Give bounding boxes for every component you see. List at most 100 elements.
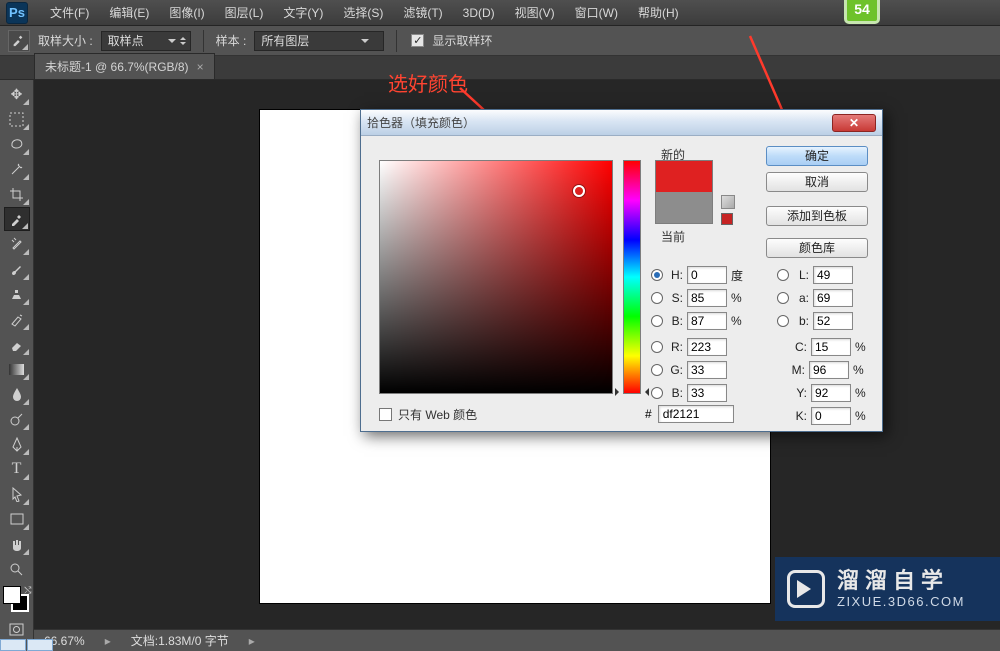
M-label: M: xyxy=(789,363,805,377)
watermark-title: 溜溜自学 xyxy=(837,568,965,594)
menu-image[interactable]: 图像(I) xyxy=(159,4,214,21)
a-label: a: xyxy=(793,291,809,305)
K-input[interactable] xyxy=(811,407,851,425)
L-radio[interactable] xyxy=(777,269,789,281)
move-tool[interactable]: ✥ xyxy=(4,82,30,106)
M-input[interactable] xyxy=(809,361,849,379)
menu-view[interactable]: 视图(V) xyxy=(505,4,565,21)
pen-tool[interactable] xyxy=(4,432,30,456)
b-radio[interactable] xyxy=(777,315,789,327)
saturation-input[interactable] xyxy=(687,289,727,307)
blue-radio[interactable] xyxy=(651,387,663,399)
current-tool-icon[interactable] xyxy=(8,30,30,52)
blur-tool[interactable] xyxy=(4,382,30,406)
app-logo: Ps xyxy=(6,2,28,24)
brush-tool[interactable] xyxy=(4,257,30,281)
eyedropper-tool[interactable] xyxy=(4,207,30,231)
hex-label: # xyxy=(645,407,652,421)
magic-wand-tool[interactable] xyxy=(4,157,30,181)
healing-brush-tool[interactable] xyxy=(4,232,30,256)
nearest-websafe-swatch[interactable] xyxy=(721,213,733,225)
saturation-radio[interactable] xyxy=(651,292,663,304)
zoom-tool[interactable] xyxy=(4,557,30,581)
hand-tool[interactable] xyxy=(4,532,30,556)
hue-radio[interactable] xyxy=(651,269,663,281)
type-tool[interactable]: T xyxy=(4,457,30,481)
L-input[interactable] xyxy=(813,266,853,284)
sample-size-value: 取样点 xyxy=(108,32,144,49)
red-input[interactable] xyxy=(687,338,727,356)
preview-new-color xyxy=(656,161,712,192)
Y-unit: % xyxy=(855,386,869,400)
dialog-titlebar[interactable]: 拾色器（填充颜色） ✕ xyxy=(361,110,882,136)
crop-tool[interactable] xyxy=(4,182,30,206)
foreground-swatch[interactable] xyxy=(3,586,21,604)
brightness-input[interactable] xyxy=(687,312,727,330)
path-selection-tool[interactable] xyxy=(4,482,30,506)
web-only-checkbox[interactable] xyxy=(379,408,392,421)
taskbar-tabs xyxy=(0,639,54,651)
doc-info-menu-icon[interactable]: ▸ xyxy=(249,634,255,648)
hue-input[interactable] xyxy=(687,266,727,284)
show-ring-checkbox[interactable]: ✓ xyxy=(411,34,424,47)
menu-file[interactable]: 文件(F) xyxy=(40,4,99,21)
saturation-value-field[interactable] xyxy=(379,160,613,394)
Y-row: Y: % xyxy=(791,384,869,402)
saturation-label: S: xyxy=(667,291,683,305)
red-radio[interactable] xyxy=(651,341,663,353)
red-row: R: xyxy=(651,338,745,356)
quick-mask-toggle[interactable] xyxy=(4,617,30,641)
ok-button[interactable]: 确定 xyxy=(766,146,868,166)
hue-pointer[interactable] xyxy=(619,388,645,396)
clone-stamp-tool[interactable] xyxy=(4,282,30,306)
Y-input[interactable] xyxy=(811,384,851,402)
zoom-menu-icon[interactable]: ▸ xyxy=(105,634,111,648)
brightness-radio[interactable] xyxy=(651,315,663,327)
sv-cursor xyxy=(573,185,585,197)
menu-3d[interactable]: 3D(D) xyxy=(453,6,505,20)
doc-info[interactable]: 文档:1.83M/0 字节 xyxy=(131,632,229,649)
eraser-tool[interactable] xyxy=(4,332,30,356)
hue-slider[interactable] xyxy=(623,160,641,394)
divider xyxy=(396,30,397,52)
red-label: R: xyxy=(667,340,683,354)
add-swatch-button[interactable]: 添加到色板 xyxy=(766,206,868,226)
green-label: G: xyxy=(667,363,683,377)
notification-badge[interactable]: 54 xyxy=(844,0,880,24)
menu-layer[interactable]: 图层(L) xyxy=(215,4,274,21)
gradient-tool[interactable] xyxy=(4,357,30,381)
sample-size-select[interactable]: 取样点 xyxy=(101,31,191,51)
shape-tool[interactable] xyxy=(4,507,30,531)
tab-close-icon[interactable]: × xyxy=(197,60,204,74)
color-lib-button[interactable]: 颜色库 xyxy=(766,238,868,258)
menu-filter[interactable]: 滤镜(T) xyxy=(393,4,452,21)
dialog-close-button[interactable]: ✕ xyxy=(832,114,876,132)
hex-input[interactable] xyxy=(658,405,734,423)
toolbox: ✥ T ⤭ xyxy=(0,80,34,641)
gamut-warning-icon[interactable] xyxy=(721,195,735,209)
sample-layers-select[interactable]: 所有图层 xyxy=(254,31,384,51)
C-input[interactable] xyxy=(811,338,851,356)
menu-select[interactable]: 选择(S) xyxy=(333,4,393,21)
a-radio[interactable] xyxy=(777,292,789,304)
cancel-button[interactable]: 取消 xyxy=(766,172,868,192)
green-radio[interactable] xyxy=(651,364,663,376)
taskbar-tab[interactable] xyxy=(27,639,53,651)
color-swatches[interactable]: ⤭ xyxy=(3,586,31,616)
b-input[interactable] xyxy=(813,312,853,330)
green-input[interactable] xyxy=(687,361,727,379)
history-brush-tool[interactable] xyxy=(4,307,30,331)
swap-colors-icon[interactable]: ⤭ xyxy=(24,585,31,596)
blue-input[interactable] xyxy=(687,384,727,402)
document-tab-strip: 未标题-1 @ 66.7%(RGB/8) × xyxy=(0,56,1000,80)
taskbar-tab[interactable] xyxy=(0,639,26,651)
menu-window[interactable]: 窗口(W) xyxy=(565,4,628,21)
a-input[interactable] xyxy=(813,289,853,307)
menu-help[interactable]: 帮助(H) xyxy=(628,4,689,21)
menu-edit[interactable]: 编辑(E) xyxy=(99,4,159,21)
dodge-tool[interactable] xyxy=(4,407,30,431)
lasso-tool[interactable] xyxy=(4,132,30,156)
document-tab[interactable]: 未标题-1 @ 66.7%(RGB/8) × xyxy=(34,53,215,79)
marquee-tool[interactable] xyxy=(4,107,30,131)
menu-type[interactable]: 文字(Y) xyxy=(273,4,333,21)
